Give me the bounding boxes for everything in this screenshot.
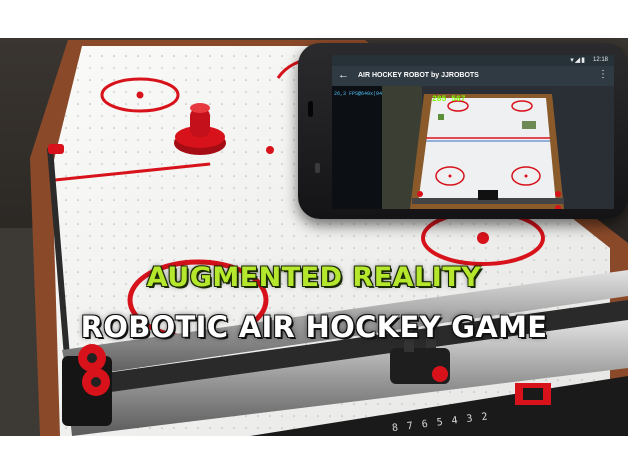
- camera-table-view: [382, 86, 614, 209]
- camera-view: [382, 86, 614, 209]
- robotic-air-hockey-title: ROBOTIC AIR HOCKEY GAME: [80, 310, 548, 344]
- back-arrow-icon[interactable]: ←: [338, 69, 349, 81]
- score-readout: 285 567: [432, 95, 466, 104]
- scale-digit: 7: [406, 419, 423, 433]
- scale-digit: 2: [480, 410, 498, 424]
- scale-digit: 5: [436, 415, 453, 429]
- phone-camera: [308, 101, 313, 117]
- status-icons: ▾◢▮: [570, 57, 586, 64]
- app-title: AIR HOCKEY ROBOT by JJROBOTS: [358, 72, 479, 79]
- scale-digit: 8: [391, 421, 408, 435]
- phone-screen: ▾◢▮ 12:18 ← AIR HOCKEY ROBOT by JJROBOTS…: [332, 55, 614, 209]
- robot-marker: [522, 121, 536, 129]
- fps-readout: 26,3 FPS@640x(04): [334, 91, 386, 97]
- augmented-reality-title: AUGMENTED REALITY: [146, 262, 482, 293]
- app-bar: ← AIR HOCKEY ROBOT by JJROBOTS ⋮: [332, 66, 614, 86]
- scale-digit: 4: [451, 414, 468, 427]
- phone-sensor: [315, 163, 320, 173]
- scale-digit: 3: [465, 412, 483, 425]
- scale-digit: 6: [421, 417, 438, 431]
- status-bar: ▾◢▮ 12:18: [332, 55, 614, 66]
- status-time: 12:18: [592, 57, 608, 63]
- smartphone: ▾◢▮ 12:18 ← AIR HOCKEY ROBOT by JJROBOTS…: [298, 43, 628, 219]
- overflow-menu-icon[interactable]: ⋮: [598, 70, 608, 80]
